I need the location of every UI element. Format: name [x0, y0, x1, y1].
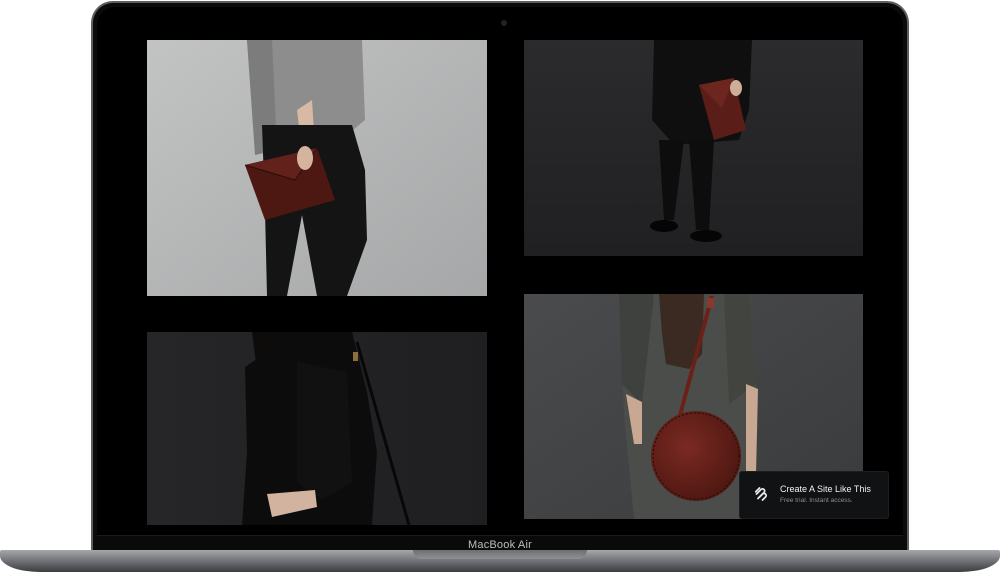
base-notch [413, 550, 587, 559]
gallery-image-clutch-black-coat[interactable] [524, 40, 863, 256]
website-screen: Create A Site Like This Free trial. Inst… [115, 37, 893, 539]
laptop-lid: Create A Site Like This Free trial. Inst… [91, 1, 909, 553]
gallery-image-clutch-grey-sweater[interactable] [147, 40, 487, 296]
photo-clutch-grey-sweater [147, 40, 487, 296]
photo-black-dress-strap [147, 332, 487, 525]
laptop-base [0, 550, 1000, 572]
badge-subtitle: Free trial. Instant access. [780, 497, 853, 504]
laptop-mockup: Create A Site Like This Free trial. Inst… [0, 0, 1000, 574]
create-site-badge[interactable]: Create A Site Like This Free trial. Inst… [740, 472, 888, 518]
squarespace-logo-icon [754, 487, 767, 501]
camera-icon [501, 20, 507, 26]
gallery-image-black-dress-strap[interactable] [147, 332, 487, 525]
screen-bezel: Create A Site Like This Free trial. Inst… [97, 7, 903, 553]
photo-clutch-black-coat [524, 40, 863, 256]
badge-title: Create A Site Like This [780, 484, 871, 494]
